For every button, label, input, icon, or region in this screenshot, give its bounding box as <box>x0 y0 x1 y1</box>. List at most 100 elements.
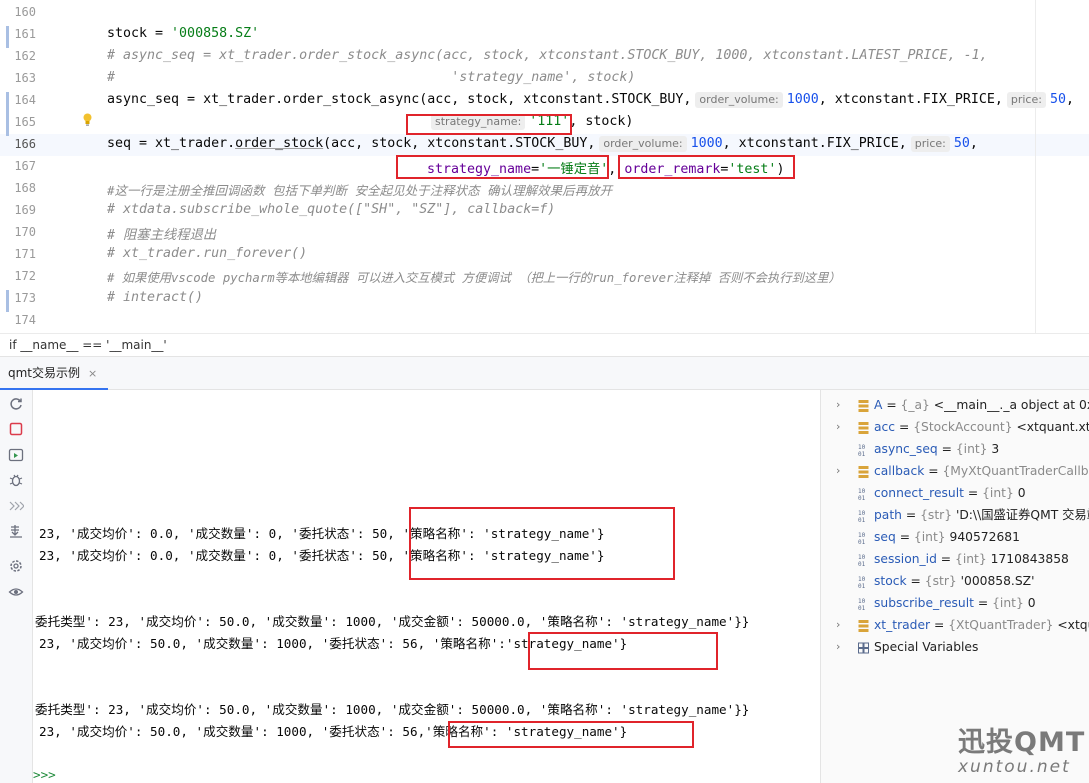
close-icon[interactable]: × <box>88 367 97 380</box>
object-icon <box>858 618 869 632</box>
line-number: 165 <box>14 115 36 129</box>
stop-icon[interactable] <box>8 421 24 437</box>
param-hint: order_volume: <box>695 92 783 108</box>
breadcrumb[interactable]: if __name__ == '__main__' <box>0 333 1089 355</box>
watermark-title: 迅投QMT <box>958 727 1086 758</box>
watermark-url: xuntou.net <box>958 757 1071 777</box>
chevron-right-icon[interactable]: › <box>836 416 840 438</box>
svg-text:10: 10 <box>858 510 866 517</box>
step-over-icon[interactable] <box>8 498 24 514</box>
variable-name: stock <box>874 574 907 588</box>
variable-text: connect_result = {int} 0 <box>874 486 1026 500</box>
code-line-161: stock = '000858.SZ' <box>107 26 260 41</box>
int-icon: 10 01 <box>858 596 869 612</box>
lightbulb-icon[interactable] <box>82 113 93 126</box>
int-icon: 10 01 <box>858 552 869 568</box>
variable-type: {MyXtQuantTraderCallba <box>942 464 1089 478</box>
chevron-right-icon[interactable]: › <box>836 460 840 482</box>
variable-value: 'D:\\国盛证券QMT 交易端 <box>952 508 1089 522</box>
variable-name: path <box>874 508 902 522</box>
line-number: 163 <box>14 71 36 85</box>
variable-value: 0 <box>1023 596 1036 610</box>
variable-name: connect_result <box>874 486 964 500</box>
annotation-box <box>406 114 572 135</box>
tab-run-config[interactable]: qmt交易示例 × <box>0 357 105 390</box>
svg-text:01: 01 <box>858 517 866 523</box>
code-editor[interactable]: 160 161 162 163 164 165 166 167 168 169 … <box>0 0 1089 333</box>
object-icon <box>858 398 869 412</box>
svg-text:01: 01 <box>858 561 866 567</box>
variable-name: acc <box>874 420 896 434</box>
svg-text:01: 01 <box>858 539 866 545</box>
variable-text: acc = {StockAccount} <xtquant.xtt <box>874 416 1089 438</box>
variable-type: {int} <box>955 442 988 456</box>
variable-type: {int} <box>992 596 1024 610</box>
svg-text:10: 10 <box>858 598 866 605</box>
chevron-right-icon[interactable]: › <box>836 394 840 416</box>
variable-type: {XtQuantTrader} <box>948 618 1054 632</box>
annotation-box <box>409 507 675 580</box>
line-number: 162 <box>14 49 36 63</box>
scroll-to-end-icon[interactable] <box>8 523 24 539</box>
variable-text: callback = {MyXtQuantTraderCallba <box>874 460 1089 482</box>
variable-value: <__main__._a object at 0x0 <box>929 398 1089 412</box>
svg-text:01: 01 <box>858 583 866 589</box>
variable-value: <xtqu <box>1057 618 1089 632</box>
line-number: 170 <box>14 225 36 239</box>
int-icon: 10 01 <box>858 486 869 502</box>
variable-name: seq <box>874 530 896 544</box>
settings-icon[interactable] <box>8 558 24 574</box>
code-line-171: # xt_trader.run_forever() <box>107 246 308 261</box>
variable-text: seq = {int} 940572681 <box>874 530 1020 544</box>
variable-text: path = {str} 'D:\\国盛证券QMT 交易端 <box>874 504 1089 526</box>
variable-value: 0 <box>1013 486 1026 500</box>
line-number: 169 <box>14 203 36 217</box>
variable-type: {int} <box>955 552 987 566</box>
svg-text:10: 10 <box>858 488 866 495</box>
int-icon: 10 01 <box>858 442 869 458</box>
line-number: 164 <box>14 93 36 107</box>
run-console-icon[interactable] <box>8 447 24 463</box>
variable-value: '000858.SZ' <box>956 574 1035 588</box>
grid-icon <box>858 640 869 654</box>
view-icon[interactable] <box>8 584 24 600</box>
variable-name: xt_trader <box>874 618 931 632</box>
run-toolbar <box>0 390 33 783</box>
variable-type: {str} <box>920 508 953 522</box>
line-gutter: 160 161 162 163 164 165 166 167 168 169 … <box>0 0 72 333</box>
right-margin-guide <box>1035 0 1036 333</box>
line-number: 171 <box>14 247 36 261</box>
code-line-169: # xtdata.subscribe_whole_quote(["SH", "S… <box>107 202 556 217</box>
variable-value: <xtquant.xtt <box>1012 420 1089 434</box>
rerun-icon[interactable] <box>8 396 24 412</box>
console-prompt[interactable]: >>> <box>33 767 56 782</box>
variable-type: {int} <box>982 486 1014 500</box>
str-icon: 10 01 <box>858 574 869 590</box>
chevron-right-icon[interactable]: › <box>836 636 840 658</box>
chevron-right-icon[interactable]: › <box>836 614 840 636</box>
line-number: 166 <box>14 137 36 151</box>
tab-label: qmt交易示例 <box>8 366 81 380</box>
line-number: 173 <box>14 291 36 305</box>
param-hint: price: <box>1006 92 1046 108</box>
svg-text:01: 01 <box>858 605 866 611</box>
line-number: 167 <box>14 159 36 173</box>
svg-text:01: 01 <box>858 451 866 457</box>
annotation-box <box>618 155 795 179</box>
console-line: 委托类型': 23, '成交均价': 50.0, '成交数量': 1000, '… <box>35 702 750 717</box>
annotation-box <box>448 721 694 748</box>
object-icon <box>858 464 869 478</box>
variable-text: stock = {str} '000858.SZ' <box>874 574 1035 588</box>
code-line-168: #这一行是注册全推回调函数 包括下单判断 安全起见处于注释状态 确认理解效果后再… <box>107 183 613 198</box>
watermark-logo: 迅投QMT xuntou.net <box>958 720 1088 777</box>
console-output[interactable]: 23, '成交均价': 0.0, '成交数量': 0, '委托状态': 50, … <box>33 390 819 783</box>
code-line-166: seq = xt_trader.order_stock(acc, stock, … <box>107 136 978 152</box>
annotation-box <box>528 632 718 670</box>
debug-icon[interactable] <box>8 472 24 488</box>
line-number: 172 <box>14 269 36 283</box>
variable-name: callback <box>874 464 925 478</box>
param-hint: order_volume: <box>599 136 687 152</box>
int-icon: 10 01 <box>858 530 869 546</box>
variable-name: session_id <box>874 552 937 566</box>
line-number: 160 <box>14 5 36 19</box>
